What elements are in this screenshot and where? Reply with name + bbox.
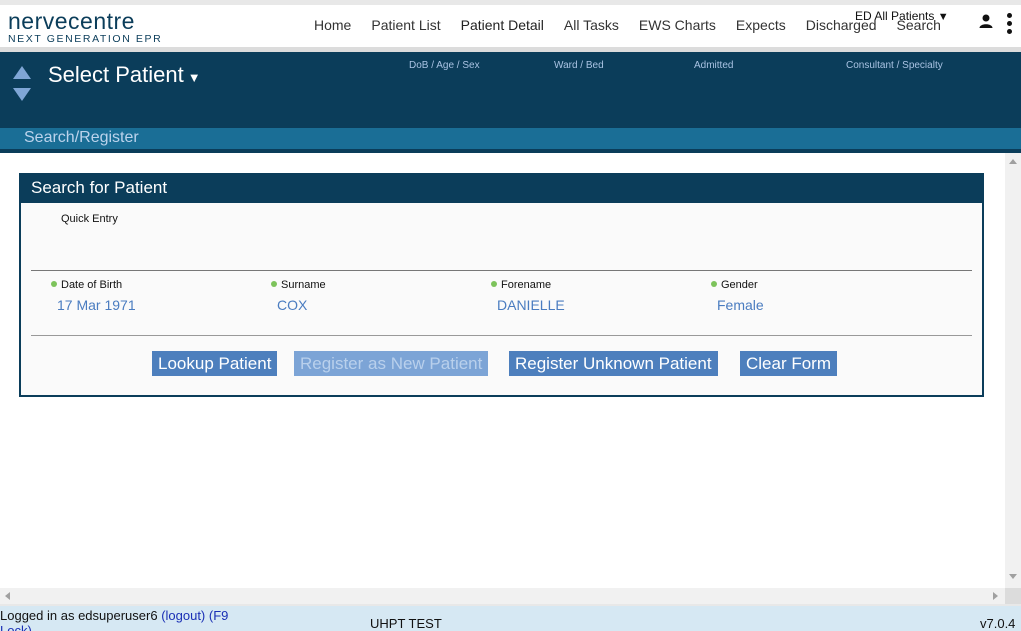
surname-label: Surname xyxy=(281,279,326,291)
logo-tagline: NEXT GENERATION EPR xyxy=(8,33,163,45)
nav-ews-charts[interactable]: EWS Charts xyxy=(629,5,726,52)
more-menu-icon[interactable] xyxy=(1005,13,1013,39)
divider xyxy=(31,335,972,336)
panel-title: Search for Patient xyxy=(21,175,982,203)
select-patient-label: Select Patient xyxy=(48,62,184,87)
nav-patient-detail[interactable]: Patient Detail xyxy=(450,5,554,52)
dob-label: Date of Birth xyxy=(61,279,123,291)
logout-link[interactable]: (logout) xyxy=(161,608,205,623)
version-label: v7.0.4 xyxy=(980,616,1016,631)
app-root: nervecentre NEXT GENERATION EPR Home Pat… xyxy=(0,0,1021,631)
clear-form-button[interactable]: Clear Form xyxy=(740,351,838,376)
required-dot-icon xyxy=(491,281,497,287)
gender-field: Gender Female xyxy=(711,279,911,313)
required-dot-icon xyxy=(271,281,277,287)
divider xyxy=(31,270,972,271)
gender-label: Gender xyxy=(721,279,758,291)
patient-header: Select Patient ▼ DoB / Age / Sex Ward / B… xyxy=(0,52,1021,128)
quick-entry-label: Quick Entry xyxy=(61,213,118,225)
main-nav: Home Patient List Patient Detail All Tas… xyxy=(304,5,951,52)
nav-all-tasks[interactable]: All Tasks xyxy=(554,5,629,52)
header-col-ward: Ward / Bed xyxy=(554,60,604,71)
patient-filter-label: ED All Patients xyxy=(855,9,935,23)
gender-value[interactable]: Female xyxy=(717,297,911,313)
register-new-patient-button[interactable]: Register as New Patient xyxy=(294,351,489,376)
header-col-consultant: Consultant / Specialty xyxy=(846,60,943,71)
chevron-down-icon: ▼ xyxy=(937,11,949,23)
patient-filter-dropdown[interactable]: ED All Patients ▼ xyxy=(855,9,949,23)
lookup-patient-button[interactable]: Lookup Patient xyxy=(152,351,278,376)
login-info: Logged in as edsuperuser6 (logout) (F9 L… xyxy=(0,608,250,631)
logo: nervecentre NEXT GENERATION EPR xyxy=(8,9,162,45)
scroll-left-icon[interactable] xyxy=(5,592,10,600)
nav-expects[interactable]: Expects xyxy=(726,5,796,52)
scroll-up-icon[interactable] xyxy=(1009,159,1017,164)
forename-value[interactable]: DANIELLE xyxy=(497,297,691,313)
logo-name: nervecentre xyxy=(8,8,135,34)
previous-patient-icon[interactable] xyxy=(13,66,31,79)
forename-field: Forename DANIELLE xyxy=(491,279,691,313)
quick-entry-input[interactable] xyxy=(61,227,961,263)
search-panel: Search for Patient Quick Entry Date of B… xyxy=(19,173,984,397)
header-col-dob: DoB / Age / Sex xyxy=(409,60,480,71)
header-col-admitted: Admitted xyxy=(694,60,734,71)
environment-label: UHPT TEST xyxy=(370,616,442,631)
select-patient-dropdown[interactable]: Select Patient ▼ xyxy=(48,62,201,88)
top-bar: nervecentre NEXT GENERATION EPR Home Pat… xyxy=(0,0,1021,52)
vertical-scrollbar[interactable] xyxy=(1005,153,1021,588)
main-content: Search for Patient Quick Entry Date of B… xyxy=(0,153,1005,588)
register-unknown-patient-button[interactable]: Register Unknown Patient xyxy=(509,351,718,376)
nav-home[interactable]: Home xyxy=(304,5,361,52)
status-footer: Logged in as edsuperuser6 (logout) (F9 L… xyxy=(0,604,1021,631)
nav-patient-list[interactable]: Patient List xyxy=(361,5,450,52)
dob-value[interactable]: 17 Mar 1971 xyxy=(57,297,251,313)
horizontal-scrollbar[interactable] xyxy=(0,588,1005,604)
scrollbar-corner xyxy=(1005,588,1021,604)
chevron-down-icon: ▼ xyxy=(187,70,201,85)
required-dot-icon xyxy=(51,281,57,287)
search-register-link[interactable]: Search/Register xyxy=(24,129,139,147)
surname-value[interactable]: COX xyxy=(277,297,471,313)
logged-in-text: Logged in as edsuperuser6 xyxy=(0,608,158,623)
dob-field: Date of Birth 17 Mar 1971 xyxy=(51,279,251,313)
forename-label: Forename xyxy=(501,279,552,291)
sub-nav: Search/Register xyxy=(0,128,1021,149)
scroll-down-icon[interactable] xyxy=(1009,574,1017,579)
user-icon[interactable] xyxy=(979,14,993,28)
surname-field: Surname COX xyxy=(271,279,471,313)
required-dot-icon xyxy=(711,281,717,287)
next-patient-icon[interactable] xyxy=(13,88,31,101)
scroll-right-icon[interactable] xyxy=(993,592,998,600)
